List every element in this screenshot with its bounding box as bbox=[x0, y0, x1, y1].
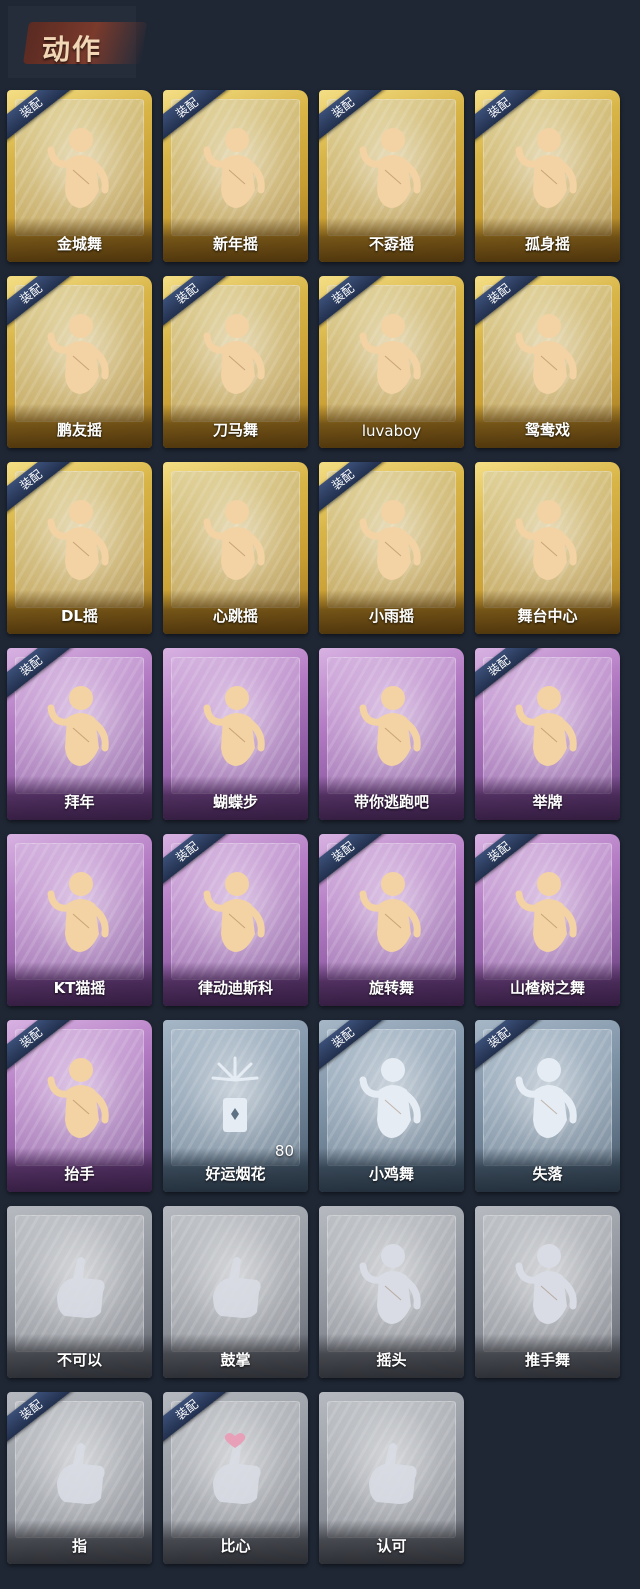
dancer-spin-icon bbox=[355, 864, 428, 956]
card-label: 山楂树之舞 bbox=[509, 979, 585, 997]
card-label: 抬手 bbox=[64, 1165, 95, 1183]
emote-card[interactable]: DL摇 装配 bbox=[7, 462, 152, 634]
dancer-sparkle-icon bbox=[43, 120, 116, 212]
card-label: 新年摇 bbox=[212, 235, 258, 253]
finger-heart-icon bbox=[199, 1422, 272, 1514]
figure-shake-head-icon bbox=[355, 1236, 428, 1328]
emote-card[interactable]: 不可以 bbox=[7, 1206, 152, 1378]
card-label: 认可 bbox=[376, 1537, 407, 1555]
card-label: 推手舞 bbox=[524, 1351, 570, 1369]
dancer-music-icon bbox=[199, 120, 272, 212]
emote-card[interactable]: 鸳鸯戏 装配 bbox=[475, 276, 620, 448]
emote-card[interactable]: 小雨摇 装配 bbox=[319, 462, 464, 634]
emote-card[interactable]: 好运烟花 80 bbox=[163, 1020, 308, 1192]
emote-card[interactable]: 山楂树之舞 装配 bbox=[475, 834, 620, 1006]
card-label: DL摇 bbox=[60, 607, 98, 625]
emote-card[interactable]: 拜年 装配 bbox=[7, 648, 152, 820]
card-label: 拜年 bbox=[64, 793, 95, 811]
card-label: 摇头 bbox=[376, 1351, 407, 1369]
dancer-raised-arm-icon bbox=[43, 492, 116, 584]
figure-raise-hand-icon bbox=[43, 1050, 116, 1142]
emote-card[interactable]: 小鸡舞 装配 bbox=[319, 1020, 464, 1192]
emote-card[interactable]: 推手舞 bbox=[475, 1206, 620, 1378]
emote-card[interactable]: 鹏友摇 装配 bbox=[7, 276, 152, 448]
finger-wag-icon bbox=[43, 1236, 116, 1328]
dancer-music-icon bbox=[511, 306, 584, 398]
dancer-sparkle-icon bbox=[43, 306, 116, 398]
emote-card[interactable]: 失落 装配 bbox=[475, 1020, 620, 1192]
clap-icon bbox=[199, 1236, 272, 1328]
dancer-music-icon bbox=[355, 492, 428, 584]
figure-bow-icon bbox=[43, 678, 116, 770]
emote-card[interactable]: 认可 bbox=[319, 1392, 464, 1564]
card-label: 舞台中心 bbox=[517, 607, 578, 625]
figure-sign-icon bbox=[511, 678, 584, 770]
dancer-raised-arm-icon bbox=[199, 864, 272, 956]
emote-card[interactable]: 蝴蝶步 bbox=[163, 648, 308, 820]
emote-card[interactable]: 举牌 装配 bbox=[475, 648, 620, 820]
card-label: 比心 bbox=[220, 1537, 251, 1555]
figure-crawl-icon bbox=[511, 1050, 584, 1142]
card-label: 带你逃跑吧 bbox=[353, 793, 429, 811]
card-label: 失落 bbox=[532, 1165, 563, 1183]
card-label: 不孬摇 bbox=[368, 235, 414, 253]
item-count: 80 bbox=[274, 1142, 294, 1160]
card-label: 金城舞 bbox=[56, 235, 102, 253]
emote-card[interactable]: 舞台中心 bbox=[475, 462, 620, 634]
dancer-sparkle-icon bbox=[511, 492, 584, 584]
emote-card[interactable]: luvaboy 装配 bbox=[319, 276, 464, 448]
emote-card[interactable]: 比心 装配 bbox=[163, 1392, 308, 1564]
emote-card[interactable]: 摇头 bbox=[319, 1206, 464, 1378]
card-label: 鸳鸯戏 bbox=[524, 421, 570, 439]
emote-card[interactable]: 孤身摇 装配 bbox=[475, 90, 620, 262]
card-label: KT猫摇 bbox=[53, 979, 106, 997]
card-label: luvaboy bbox=[361, 422, 422, 440]
dancer-music-icon bbox=[43, 864, 116, 956]
card-label: 鼓掌 bbox=[220, 1351, 251, 1369]
emote-card[interactable]: 不孬摇 装配 bbox=[319, 90, 464, 262]
figure-chicken-icon bbox=[355, 1050, 428, 1142]
emote-card[interactable]: 指装配 bbox=[7, 1392, 152, 1564]
dancer-music-icon bbox=[199, 306, 272, 398]
card-label: 孤身摇 bbox=[524, 235, 570, 253]
emote-card[interactable]: 鼓掌 bbox=[163, 1206, 308, 1378]
emote-card[interactable]: KT猫摇 bbox=[7, 834, 152, 1006]
emote-card[interactable]: 抬手 装配 bbox=[7, 1020, 152, 1192]
card-label: 举牌 bbox=[532, 793, 563, 811]
page-title: 动作 bbox=[42, 33, 103, 66]
card-label: 刀马舞 bbox=[212, 421, 258, 439]
dancer-point-icon bbox=[355, 306, 428, 398]
dancer-music-icon bbox=[355, 678, 428, 770]
dancer-point-icon bbox=[199, 678, 272, 770]
card-label: 旋转舞 bbox=[368, 979, 414, 997]
emote-card[interactable]: 刀马舞 装配 bbox=[163, 276, 308, 448]
card-label: 蝴蝶步 bbox=[212, 793, 258, 811]
card-label: 心跳摇 bbox=[212, 607, 258, 625]
figure-push-hands-icon bbox=[511, 1236, 584, 1328]
card-label: 不可以 bbox=[56, 1351, 102, 1369]
emote-card[interactable]: 金城舞 装配 bbox=[7, 90, 152, 262]
card-label: 小鸡舞 bbox=[368, 1165, 414, 1183]
section-header: 动作 bbox=[8, 6, 147, 78]
dancer-raised-arm-icon bbox=[355, 120, 428, 212]
card-label: 小雨摇 bbox=[368, 607, 414, 625]
card-label: 鹏友摇 bbox=[56, 421, 102, 439]
card-label: 指 bbox=[71, 1537, 87, 1555]
dancer-raised-arm-icon bbox=[511, 864, 584, 956]
emote-card[interactable]: 心跳摇 bbox=[163, 462, 308, 634]
emote-card[interactable]: 律动迪斯科 装配 bbox=[163, 834, 308, 1006]
dancer-stars-icon bbox=[511, 120, 584, 212]
emote-card[interactable]: 带你逃跑吧 bbox=[319, 648, 464, 820]
thumbs-up-icon bbox=[355, 1422, 428, 1514]
dancer-music-icon bbox=[199, 492, 272, 584]
emote-grid: 金城舞 装配 新年摇 装配 不孬摇 装配 孤身摇 装配 鹏友摇 装配 刀马舞 装配 lu bbox=[7, 90, 620, 1564]
pointing-hand-icon bbox=[43, 1422, 116, 1514]
card-label: 律动迪斯科 bbox=[197, 979, 273, 997]
emote-card[interactable]: 旋转舞 装配 bbox=[319, 834, 464, 1006]
emote-card[interactable]: 新年摇 装配 bbox=[163, 90, 308, 262]
firework-icon bbox=[199, 1050, 272, 1142]
card-label: 好运烟花 bbox=[205, 1165, 266, 1183]
